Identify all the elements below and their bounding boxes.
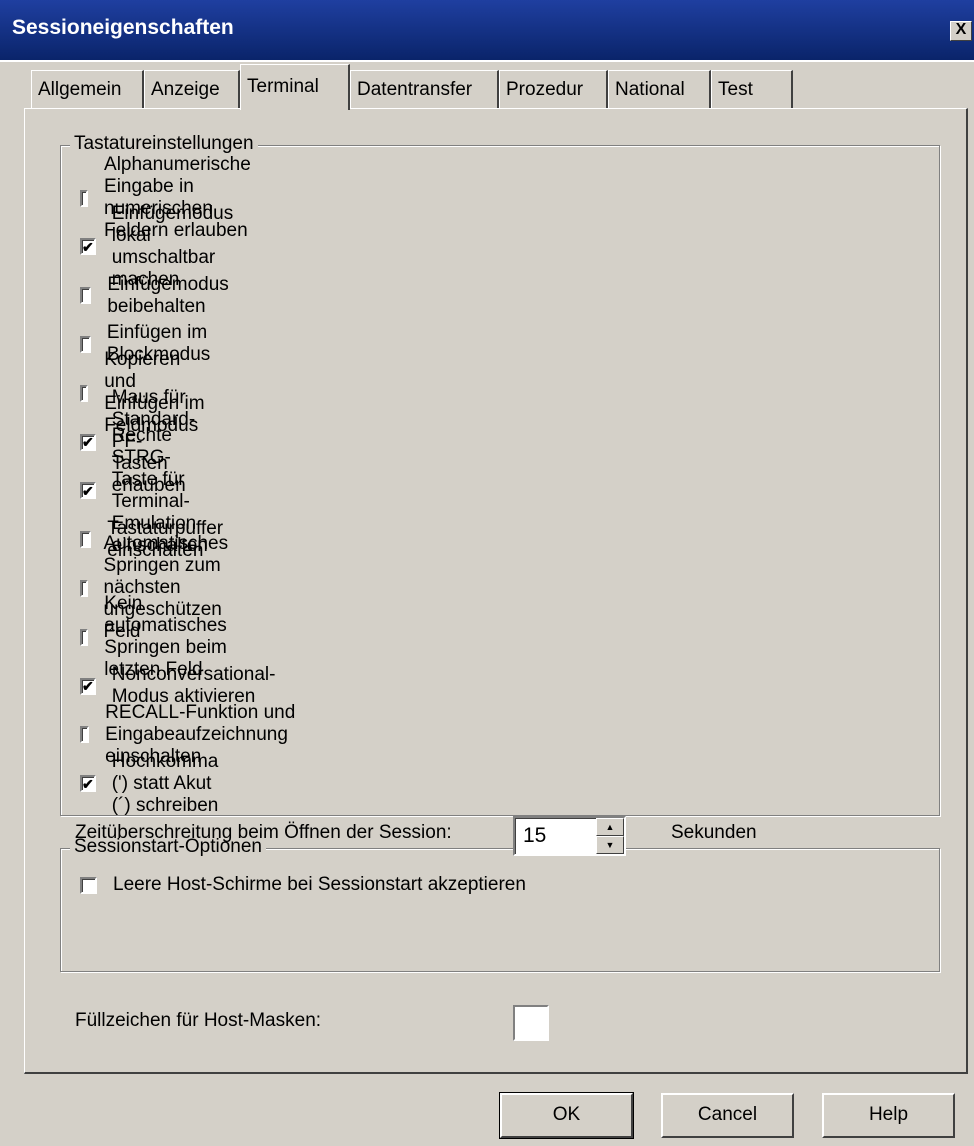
checked-checkbox[interactable]: ✔ — [80, 775, 96, 793]
fill-char-input[interactable] — [513, 1005, 549, 1041]
tab-anzeige[interactable]: Anzeige — [144, 70, 240, 108]
tab-allgemein[interactable]: Allgemein — [31, 70, 144, 108]
checked-checkbox[interactable]: ✔ — [80, 482, 96, 500]
title-bar: Sessioneigenschaften X — [0, 0, 974, 62]
checkbox[interactable] — [80, 726, 90, 744]
accept-empty-checkbox[interactable] — [80, 876, 97, 894]
tab-test[interactable]: Test — [711, 70, 793, 108]
keyboard-option-row[interactable]: ✔ Rechte STRG-Taste für Terminal-Emulatio… — [80, 425, 209, 556]
timeout-label: Zeitüberschreitung beim Öffnen der Sessi… — [75, 822, 452, 843]
checkbox[interactable] — [80, 628, 89, 646]
tab-prozedur[interactable]: Prozedur — [499, 70, 608, 108]
close-button[interactable]: X — [950, 21, 972, 41]
spinner-buttons: ▲ ▼ — [596, 818, 624, 854]
tab-datentransfer[interactable]: Datentransfer — [350, 70, 499, 108]
tab-national[interactable]: National — [608, 70, 711, 108]
checkbox[interactable] — [80, 579, 88, 597]
keyboard-option-row[interactable]: ✔ Einfügemodus lokal umschaltbar machen — [80, 203, 234, 290]
keyboard-option-label: Hochkomma (') statt Akut (´) schreiben — [111, 750, 219, 816]
keyboard-option-row[interactable]: ✔ Nonconversational-Modus aktivieren — [80, 664, 277, 707]
checkbox[interactable] — [80, 189, 89, 207]
fill-char-label: Füllzeichen für Host-Masken: — [75, 1010, 322, 1031]
checkbox[interactable] — [80, 384, 89, 402]
window-title: Sessioneigenschaften — [12, 16, 234, 39]
checkbox[interactable] — [80, 335, 91, 353]
checked-checkbox[interactable]: ✔ — [80, 433, 96, 451]
checked-checkbox[interactable]: ✔ — [80, 238, 96, 256]
session-start-group — [60, 848, 940, 972]
spin-up-icon[interactable]: ▲ — [596, 818, 624, 836]
keyboard-option-row[interactable]: Kein automatisches Springen beim letzten… — [80, 593, 236, 680]
keyboard-option-row[interactable]: Einfügemodus beibehalten — [80, 274, 234, 317]
accept-empty-label: Leere Host-Schirme bei Sessionstart akze… — [113, 874, 526, 895]
checkbox[interactable] — [80, 531, 92, 549]
keyboard-option-row[interactable]: RECALL-Funktion und Eingabeaufzeichnung … — [80, 702, 296, 767]
ok-button[interactable]: OK — [499, 1092, 634, 1139]
checkbox[interactable] — [80, 287, 92, 305]
checked-checkbox[interactable]: ✔ — [80, 677, 96, 695]
spin-down-icon[interactable]: ▼ — [596, 836, 624, 854]
accept-empty-row[interactable]: Leere Host-Schirme bei Sessionstart akze… — [80, 870, 526, 900]
tab-terminal[interactable]: Terminal — [240, 64, 350, 110]
cancel-button[interactable]: Cancel — [661, 1093, 794, 1138]
keyboard-option-row[interactable]: ✔ Hochkomma (') statt Akut (´) schreiben — [80, 751, 220, 816]
help-button[interactable]: Help — [822, 1093, 955, 1138]
timeout-value[interactable]: 15 — [523, 824, 546, 848]
keyboard-settings-title: Tastatureinstellungen — [70, 133, 258, 155]
timeout-spinner[interactable]: 15 ▲ ▼ — [513, 816, 626, 856]
keyboard-option-label: Einfügemodus beibehalten — [107, 273, 229, 317]
timeout-unit: Sekunden — [671, 822, 757, 843]
